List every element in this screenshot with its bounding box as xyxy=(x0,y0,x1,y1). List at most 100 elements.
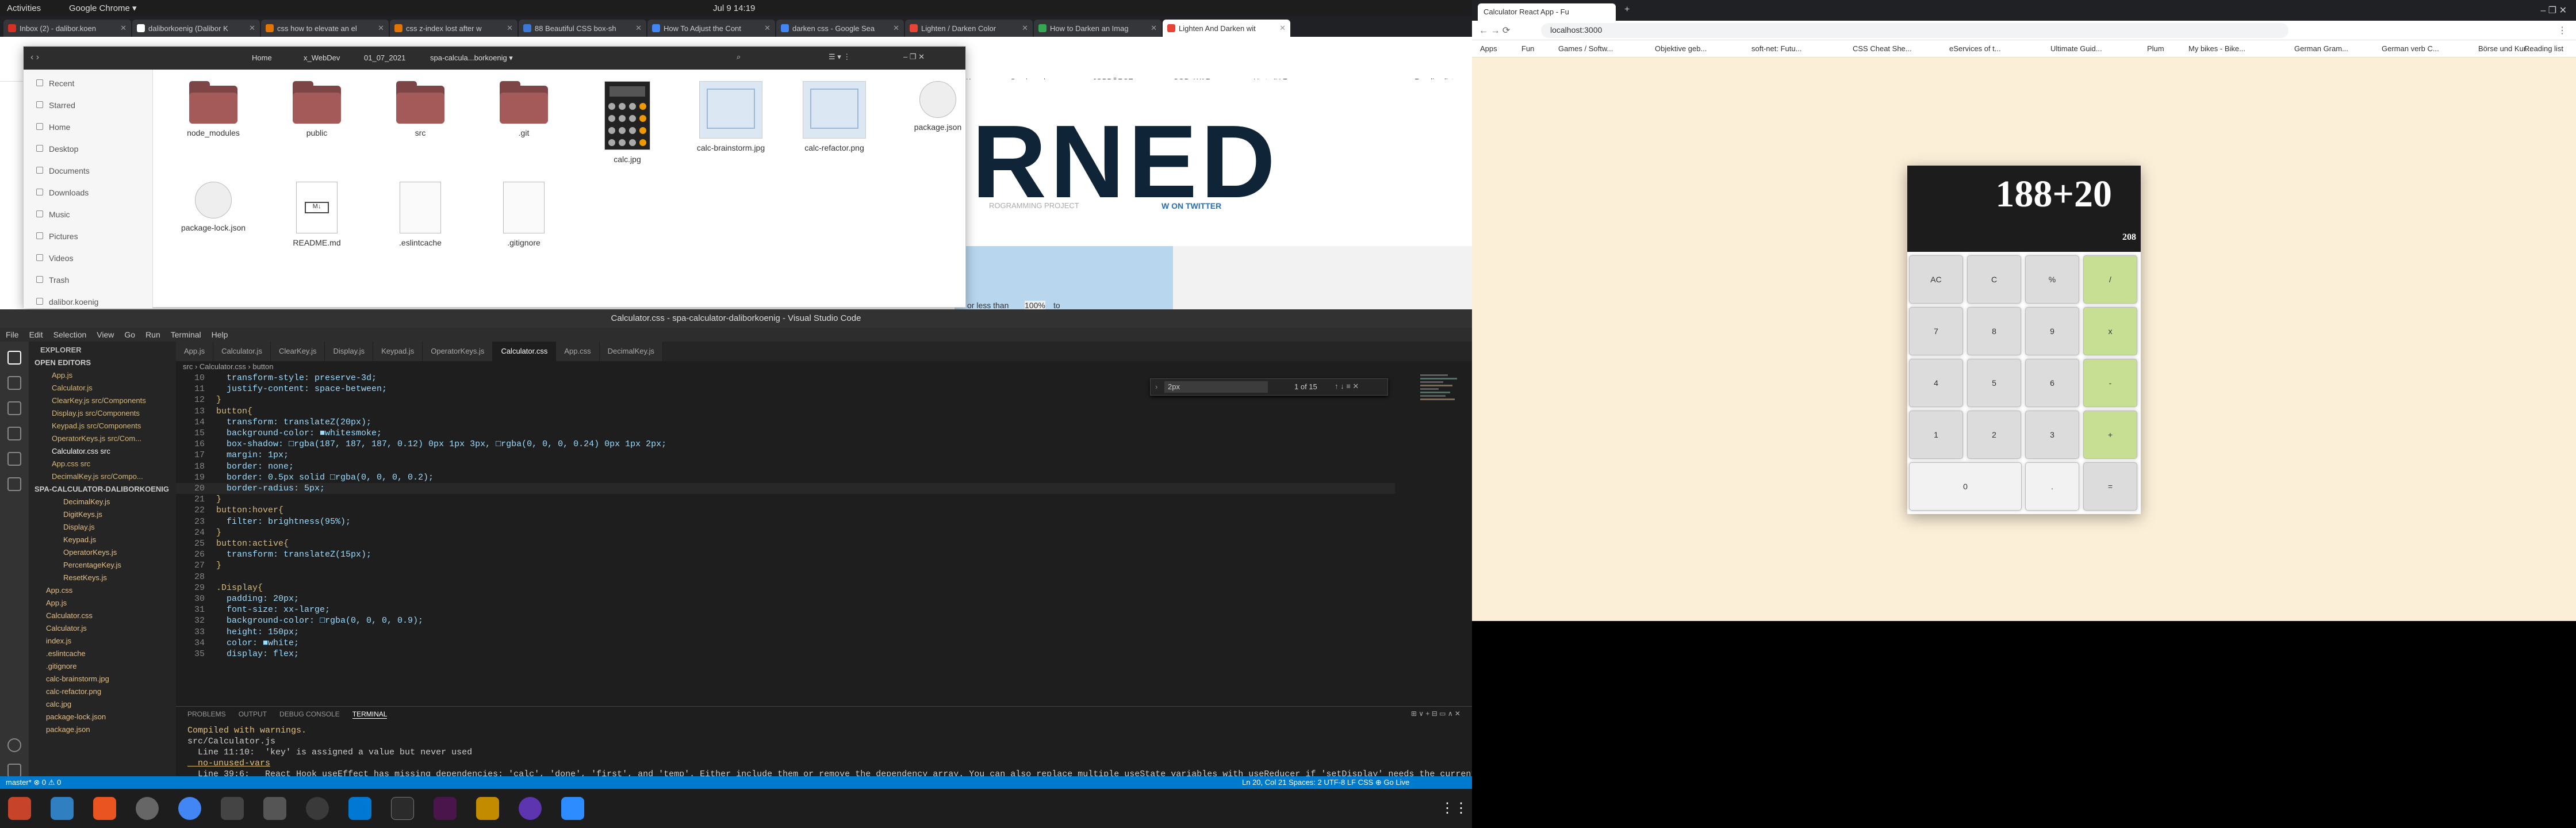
calc-key-.[interactable]: . xyxy=(2025,462,2079,511)
tab-close-icon[interactable]: ✕ xyxy=(249,24,255,33)
project-file-item[interactable]: OperatorKeys.js xyxy=(29,546,176,559)
panel-tab[interactable]: DEBUG CONSOLE xyxy=(279,710,340,719)
project-header[interactable]: SPA-CALCULATOR-DALIBORKOENIG xyxy=(29,483,176,496)
panel-tab[interactable]: TERMINAL xyxy=(352,710,388,719)
bookmark-item[interactable]: Games / Softw... xyxy=(1558,44,1613,53)
menu-run[interactable]: Run xyxy=(145,330,160,339)
file-item[interactable]: package-lock.json xyxy=(170,182,256,232)
sidebar-item[interactable]: Documents xyxy=(36,166,90,175)
sidebar-item[interactable]: Music xyxy=(36,210,70,219)
menu-go[interactable]: Go xyxy=(124,330,135,339)
menu-help[interactable]: Help xyxy=(212,330,228,339)
search-icon[interactable] xyxy=(7,376,21,390)
sidebar-item[interactable]: Videos xyxy=(36,254,74,263)
editor-tab[interactable]: ClearKey.js xyxy=(270,342,325,361)
menu-terminal[interactable]: Terminal xyxy=(171,330,201,339)
slack-icon[interactable] xyxy=(434,797,457,820)
address-bar[interactable]: localhost:3000 xyxy=(1541,23,2288,38)
file-item[interactable]: .git xyxy=(481,81,567,137)
bookmark-item[interactable]: Ultimate Guid... xyxy=(2050,44,2102,53)
browser-tab[interactable]: css z-index lost after w ✕ xyxy=(390,20,518,37)
calc-key-9[interactable]: 9 xyxy=(2025,307,2079,355)
project-file-item[interactable]: App.js xyxy=(29,597,176,610)
doc-viewer-icon[interactable] xyxy=(51,797,74,820)
browser-tab[interactable]: darken css - Google Sea ✕ xyxy=(776,20,904,37)
tab-close-icon[interactable]: ✕ xyxy=(1151,24,1157,33)
tab-close-icon[interactable]: ✕ xyxy=(120,24,126,33)
open-editor-item[interactable]: Calculator.css src xyxy=(29,445,176,458)
zoom-icon[interactable] xyxy=(561,797,584,820)
editor-tab[interactable]: DecimalKey.js xyxy=(599,342,663,361)
new-tab-icon[interactable]: + xyxy=(1624,5,1630,15)
file-item[interactable]: calc.jpg xyxy=(584,81,670,164)
nav-icons[interactable]: ← → ⟳ xyxy=(1479,25,1510,36)
sidebar-item[interactable]: dalibor.koenig xyxy=(36,297,98,306)
calc-key-C[interactable]: C xyxy=(1967,255,2021,304)
app-icon[interactable] xyxy=(306,797,329,820)
sidebar-item[interactable]: Recent xyxy=(36,79,74,88)
bookmark-item[interactable]: CSS Cheat She... xyxy=(1853,44,1912,53)
calc-key-0[interactable]: 0 xyxy=(1909,462,2022,511)
source-control-icon[interactable] xyxy=(7,401,21,415)
calc-key-AC[interactable]: AC xyxy=(1909,255,1963,304)
search-icon[interactable]: ⌕ xyxy=(737,52,741,62)
crumb-webdev[interactable]: x_WebDev xyxy=(297,51,347,65)
sidebar-item[interactable]: Home xyxy=(36,122,70,132)
extensions-icon[interactable] xyxy=(7,452,21,466)
calc-key-7[interactable]: 7 xyxy=(1909,307,1963,355)
editor-tab[interactable]: App.js xyxy=(176,342,214,361)
project-file-item[interactable]: index.js xyxy=(29,635,176,647)
project-file-item[interactable]: DigitKeys.js xyxy=(29,508,176,521)
browser-tab[interactable]: Lighten And Darken wit ✕ xyxy=(1163,20,1290,37)
remote-icon[interactable] xyxy=(7,477,21,491)
bookmark-item[interactable]: German verb C... xyxy=(2382,44,2439,53)
tab-close-icon[interactable]: ✕ xyxy=(635,24,642,33)
browser-tab[interactable]: daliborkoenig (Dalibor K ✕ xyxy=(132,20,260,37)
code-editor[interactable]: 10 transform-style: preserve-3d; 11 justi… xyxy=(176,373,1395,660)
browser-tab[interactable]: How to Darken an Imag ✕ xyxy=(1034,20,1162,37)
sidebar-item[interactable]: Desktop xyxy=(36,144,78,154)
bookmark-item[interactable]: German Gram... xyxy=(2294,44,2348,53)
debug-icon[interactable] xyxy=(7,427,21,440)
settings-gear-icon[interactable] xyxy=(7,764,21,777)
open-editor-item[interactable]: OperatorKeys.js src/Com... xyxy=(29,432,176,445)
editor-tab[interactable]: Keypad.js xyxy=(373,342,423,361)
chrome-icon[interactable] xyxy=(178,797,201,820)
window-controls[interactable]: – ❐ ✕ xyxy=(2540,5,2567,16)
calc-key-/[interactable]: / xyxy=(2083,255,2137,304)
calc-key-3[interactable]: 3 xyxy=(2025,411,2079,459)
explorer-icon[interactable] xyxy=(7,351,21,365)
bookmark-item[interactable]: soft-net: Futu... xyxy=(1751,44,1801,53)
menu-selection[interactable]: Selection xyxy=(53,330,87,339)
open-editors-header[interactable]: OPEN EDITORS xyxy=(29,356,176,369)
software-center-icon[interactable] xyxy=(93,797,116,820)
project-file-item[interactable]: .eslintcache xyxy=(29,647,176,660)
tab-close-icon[interactable]: ✕ xyxy=(1022,24,1028,33)
calc-key-+[interactable]: + xyxy=(2083,411,2137,459)
tab-close-icon[interactable]: ✕ xyxy=(507,24,513,33)
editor-status[interactable]: Ln 20, Col 21 Spaces: 2 UTF-8 LF CSS ⊕ G… xyxy=(1242,776,1409,789)
open-editor-item[interactable]: Calculator.js xyxy=(29,382,176,394)
bookmark-item[interactable]: My bikes - Bike... xyxy=(2188,44,2245,53)
open-editor-item[interactable]: Keypad.js src/Components xyxy=(29,420,176,432)
settings-icon[interactable] xyxy=(136,797,159,820)
project-file-item[interactable]: App.css xyxy=(29,584,176,597)
minimap[interactable] xyxy=(1420,373,1466,482)
account-icon[interactable] xyxy=(7,738,21,752)
file-item[interactable]: calc-refactor.png xyxy=(791,81,877,152)
project-file-item[interactable]: Keypad.js xyxy=(29,534,176,546)
browser-tab[interactable]: css how to elevate an el ✕ xyxy=(261,20,389,37)
tab-close-icon[interactable]: ✕ xyxy=(1279,24,1286,33)
file-item[interactable]: src xyxy=(377,81,463,137)
activities-button[interactable]: Activities xyxy=(7,3,41,13)
calc-key-x[interactable]: x xyxy=(2083,307,2137,355)
project-file-item[interactable]: PercentageKey.js xyxy=(29,559,176,572)
files-icon[interactable] xyxy=(8,797,31,820)
sidebar-item[interactable]: Downloads xyxy=(36,188,89,197)
file-item[interactable]: M↓ README.md xyxy=(274,182,360,247)
menu-view[interactable]: View xyxy=(97,330,114,339)
editor-breadcrumbs[interactable]: src › Calculator.css › button xyxy=(183,362,274,371)
back-icon[interactable]: ‹ › xyxy=(30,52,39,63)
app2-icon[interactable] xyxy=(476,797,499,820)
project-file-item[interactable]: ResetKeys.js xyxy=(29,572,176,584)
